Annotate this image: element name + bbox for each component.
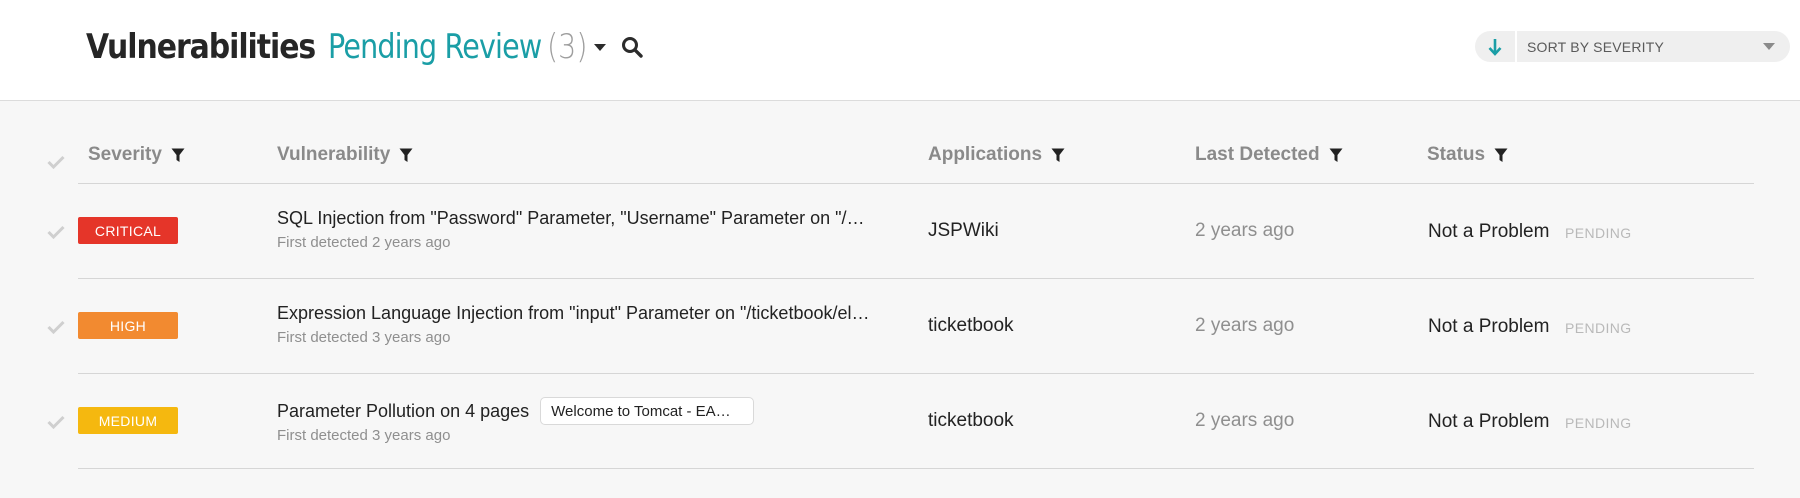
- application-link[interactable]: JSPWiki: [928, 220, 999, 242]
- page-title: Vulnerabilities: [86, 27, 316, 67]
- table-row[interactable]: MEDIUM Parameter Pollution on 4 pages We…: [47, 374, 1754, 469]
- caret-down-icon[interactable]: [589, 32, 611, 62]
- column-header-last-detected-label: Last Detected: [1195, 144, 1320, 165]
- column-header-applications[interactable]: Applications: [928, 144, 1065, 166]
- review-status-badge: PENDING: [1565, 415, 1632, 431]
- view-filter-title[interactable]: Pending Review: [328, 27, 542, 67]
- column-header-vulnerability[interactable]: Vulnerability: [277, 144, 413, 166]
- vulnerability-title: Parameter Pollution on 4 pages Welcome t…: [277, 397, 755, 425]
- table-row[interactable]: CRITICAL SQL Injection from "Password" P…: [47, 184, 1754, 279]
- column-header-applications-label: Applications: [928, 144, 1043, 165]
- vulnerability-title: Expression Language Injection from "inpu…: [277, 303, 870, 324]
- severity-badge: MEDIUM: [78, 407, 178, 434]
- vulnerability-link[interactable]: SQL Injection from "Password" Parameter,…: [277, 208, 865, 229]
- row-check-icon[interactable]: [44, 220, 68, 244]
- sort-dropdown-label: SORT BY SEVERITY: [1527, 38, 1665, 55]
- column-header-severity[interactable]: Severity: [88, 144, 185, 166]
- row-check-icon[interactable]: [44, 410, 68, 434]
- last-detected: 2 years ago: [1195, 220, 1295, 241]
- vulnerability-link[interactable]: Parameter Pollution on 4 pages: [277, 401, 529, 422]
- first-detected: First detected 3 years ago: [277, 329, 451, 346]
- chevron-down-icon: [1762, 42, 1776, 51]
- status-value[interactable]: Not a Problem: [1428, 411, 1549, 433]
- filter-icon[interactable]: [1329, 148, 1343, 163]
- severity-badge: CRITICAL: [78, 217, 178, 244]
- column-header-status-label: Status: [1427, 144, 1486, 165]
- column-header-status[interactable]: Status: [1427, 144, 1508, 166]
- review-status-badge: PENDING: [1565, 225, 1632, 241]
- arrow-down-icon: [1488, 38, 1502, 56]
- application-link[interactable]: ticketbook: [928, 410, 1014, 432]
- vulnerability-link[interactable]: Expression Language Injection from "inpu…: [277, 303, 870, 324]
- status-value[interactable]: Not a Problem: [1428, 221, 1549, 243]
- select-all-check-icon[interactable]: [44, 150, 68, 174]
- application-link[interactable]: ticketbook: [928, 315, 1014, 337]
- filter-icon[interactable]: [171, 148, 185, 163]
- last-detected: 2 years ago: [1195, 410, 1295, 431]
- table-header: Severity Vulnerability Applications Last…: [47, 140, 1754, 184]
- result-count: (3): [546, 27, 587, 67]
- page-title-group: Vulnerabilities Pending Review (3): [86, 20, 647, 74]
- filter-icon[interactable]: [1051, 148, 1065, 163]
- page-chip[interactable]: Welcome to Tomcat - EA…: [540, 397, 755, 425]
- search-icon[interactable]: [617, 32, 647, 62]
- status-value[interactable]: Not a Problem: [1428, 316, 1549, 338]
- last-detected: 2 years ago: [1195, 315, 1295, 336]
- filter-icon[interactable]: [1494, 148, 1508, 163]
- table-row[interactable]: HIGH Expression Language Injection from …: [47, 279, 1754, 374]
- top-bar: Vulnerabilities Pending Review (3) SORT …: [0, 0, 1800, 101]
- vulnerability-title: SQL Injection from "Password" Parameter,…: [277, 208, 865, 229]
- filter-icon[interactable]: [399, 148, 413, 163]
- sort-control: SORT BY SEVERITY: [1475, 31, 1790, 62]
- first-detected: First detected 2 years ago: [277, 234, 451, 251]
- column-header-vulnerability-label: Vulnerability: [277, 144, 391, 165]
- review-status-badge: PENDING: [1565, 320, 1632, 336]
- severity-badge: HIGH: [78, 312, 178, 339]
- column-header-severity-label: Severity: [88, 144, 162, 165]
- first-detected: First detected 3 years ago: [277, 427, 451, 444]
- sort-direction-button[interactable]: [1475, 31, 1515, 62]
- row-check-icon[interactable]: [44, 315, 68, 339]
- sort-dropdown[interactable]: SORT BY SEVERITY: [1517, 31, 1790, 62]
- column-header-last-detected[interactable]: Last Detected: [1195, 144, 1343, 166]
